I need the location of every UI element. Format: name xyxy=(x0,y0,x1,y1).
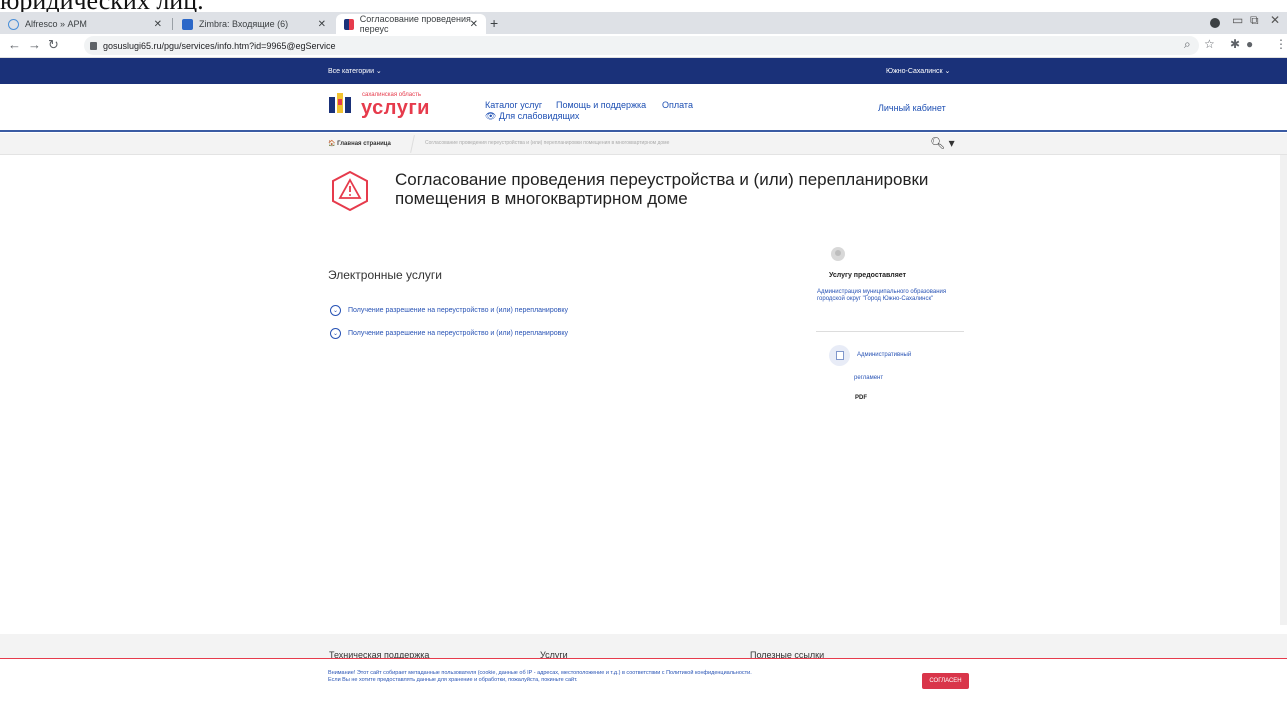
breadcrumb-current: Согласование проведения переустройства и… xyxy=(425,140,670,146)
tab-close-icon[interactable]: ✕ xyxy=(470,19,478,30)
service-link[interactable]: ⌄ Получение разрешение на переустройство… xyxy=(330,328,568,339)
reload-icon[interactable]: ↻ xyxy=(48,37,59,53)
page-scrollbar[interactable] xyxy=(1280,155,1287,625)
browser-tab-strip: Alfresco » АРМ ✕ Zimbra: Входящие (6) ✕ … xyxy=(0,12,1287,34)
minimize-icon[interactable]: ▭ xyxy=(1232,13,1243,27)
site-topbar: Все категории ⌄ Южно-Сахалинск ⌄ xyxy=(0,58,1287,84)
search-icon[interactable]: 🔍︎ ▾ xyxy=(930,136,955,150)
menu-icon[interactable]: ⋮ xyxy=(1275,37,1287,51)
tab-close-icon[interactable]: ✕ xyxy=(318,19,326,30)
address-bar[interactable]: gosuslugi65.ru/pgu/services/info.htm?id=… xyxy=(84,36,1199,55)
chevron-down-icon: ⌄ xyxy=(330,305,341,316)
tab-label: Alfresco » АРМ xyxy=(25,19,87,29)
service-link[interactable]: ⌄ Получение разрешение на переустройство… xyxy=(330,305,568,316)
tab-label: Согласование проведения переус xyxy=(359,14,471,34)
browser-tab-zimbra[interactable]: Zimbra: Входящие (6) ✕ xyxy=(174,14,334,34)
regulation-link-line1[interactable]: Административный xyxy=(857,352,911,358)
warning-category-icon xyxy=(332,170,368,212)
extensions-icon[interactable]: ✱ xyxy=(1230,37,1240,51)
cookie-banner: Внимание! Этот сайт собирает метаданные … xyxy=(0,658,1287,701)
logo-text[interactable]: услуги xyxy=(361,97,430,120)
lock-icon xyxy=(90,41,97,50)
document-icon[interactable] xyxy=(829,345,850,366)
provider-org-link[interactable]: Администрация муниципального образования… xyxy=(817,289,965,303)
personal-cabinet-link[interactable]: Личный кабинет xyxy=(878,103,946,113)
regulation-link-line2[interactable]: регламент xyxy=(854,375,883,381)
zimbra-favicon-icon xyxy=(182,18,193,30)
site-header: сахалинская область услуги Каталог услуг… xyxy=(0,84,1287,132)
url-text: gosuslugi65.ru/pgu/services/info.htm?id=… xyxy=(103,40,336,51)
breadcrumb: 🏠 Главная страница Согласование проведен… xyxy=(0,133,1287,155)
tab-close-icon[interactable]: ✕ xyxy=(154,19,162,30)
agree-button[interactable]: СОГЛАСЕН xyxy=(922,673,969,689)
browser-tab-active[interactable]: Согласование проведения переус ✕ xyxy=(336,14,486,34)
nav-payment[interactable]: Оплата xyxy=(662,100,693,110)
sakhalin-emblem-icon[interactable] xyxy=(329,93,351,115)
profile-icon[interactable]: ● xyxy=(1246,37,1253,51)
page-title: Согласование проведения переустройства и… xyxy=(395,170,929,208)
bookmark-star-icon[interactable]: ☆ xyxy=(1204,37,1215,51)
gosuslugi-favicon-icon xyxy=(344,18,354,30)
cookie-notice: Внимание! Этот сайт собирает метаданные … xyxy=(328,670,752,683)
alfresco-favicon-icon xyxy=(8,18,19,30)
nav-catalog[interactable]: Каталог услуг xyxy=(485,100,542,110)
document-format: PDF xyxy=(855,395,867,401)
record-icon[interactable] xyxy=(1210,18,1220,28)
chevron-down-icon: ⌄ xyxy=(330,328,341,339)
browser-tab-alfresco[interactable]: Alfresco » АРМ ✕ xyxy=(0,14,170,34)
new-tab-button[interactable]: + xyxy=(490,15,498,31)
city-dropdown[interactable]: Южно-Сахалинск ⌄ xyxy=(886,67,950,75)
close-window-icon[interactable]: ✕ xyxy=(1270,13,1280,27)
accessibility-link[interactable]: 👁 Для слабовидящих xyxy=(485,111,579,122)
russia-emblem-icon xyxy=(831,247,845,261)
maximize-icon[interactable]: ⧉ xyxy=(1250,13,1259,28)
browser-toolbar: ← → ↻ gosuslugi65.ru/pgu/services/info.h… xyxy=(0,34,1287,58)
tab-label: Zimbra: Входящие (6) xyxy=(199,19,289,29)
nav-help[interactable]: Помощь и поддержка xyxy=(556,100,646,110)
electronic-services-heading: Электронные услуги xyxy=(328,268,442,282)
zoom-icon[interactable]: ⌕ xyxy=(1184,37,1191,52)
provider-heading: Услугу предоставляет xyxy=(829,272,907,279)
breadcrumb-home[interactable]: 🏠 Главная страница xyxy=(328,140,391,147)
forward-arrow-icon[interactable]: → xyxy=(28,37,41,52)
back-arrow-icon[interactable]: ← xyxy=(8,37,21,52)
categories-dropdown[interactable]: Все категории ⌄ xyxy=(328,67,382,75)
